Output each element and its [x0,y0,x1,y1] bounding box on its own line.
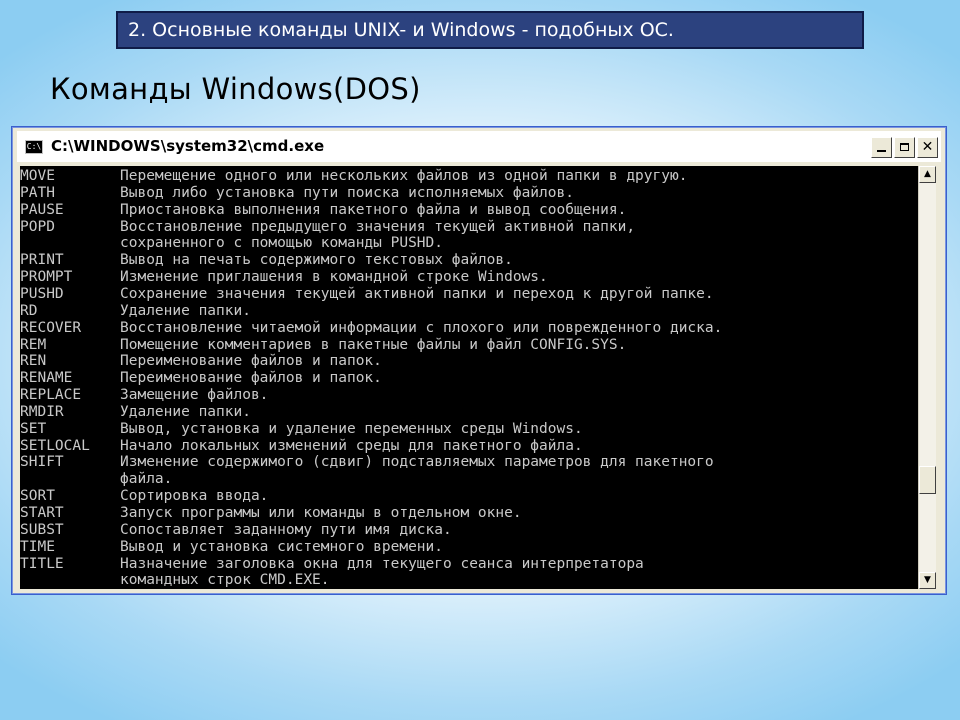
command-description: сохраненного с помощью команды PUSHD. [120,235,444,252]
command-name: PATH [20,184,55,201]
scroll-thumb[interactable] [919,466,936,494]
command-name: REPLACE [20,387,82,404]
command-name: RMDIR [20,403,64,420]
command-name: TITLE [20,555,64,572]
scroll-down-icon: ▼ [924,575,931,585]
command-name: REM [20,336,47,353]
command-description: Удаление папки. [120,403,251,420]
command-description: Начало локальных изменений среды для пак… [120,437,583,454]
command-description: Восстановление читаемой информации с пло… [120,319,723,336]
command-description: Переименование файлов и папок. [120,353,382,370]
command-name: TIME [20,538,55,555]
command-name: POPD [20,218,55,235]
command-description: Восстановление предыдущего значения теку… [120,218,636,235]
command-name: SETLOCAL [20,437,90,454]
minimize-icon [877,150,886,152]
command-name: SUBST [20,521,64,538]
command-description: Удаление папки. [120,302,251,319]
command-name: REN [20,353,47,370]
cmd-window: C:\ C:\WINDOWS\system32\cmd.exe ✕ MOVE Пе… [12,127,946,594]
console-output[interactable]: MOVE Перемещение одного или нескольких фа… [20,166,918,589]
command-description: Вывод на печать содержимого текстовых фа… [120,252,513,269]
command-description: Переименование файлов и папок. [120,370,382,387]
vertical-scrollbar[interactable]: ▲ ▼ [918,166,936,589]
slide-title: Команды Windows(DOS) [50,72,421,106]
close-button[interactable]: ✕ [917,137,938,158]
command-name: PRINT [20,252,64,269]
command-name: SORT [20,488,55,505]
maximize-icon [900,143,909,151]
command-name: RENAME [20,370,73,387]
command-description: Изменение содержимого (сдвиг) подставляе… [120,454,714,471]
command-description: Запуск программы или команды в отдельном… [120,505,522,521]
scroll-up-icon: ▲ [924,169,931,179]
slide-header-text: 2. Основные команды UNIX- и Windows - по… [128,19,674,41]
command-description: Изменение приглашения в командной строке… [120,269,548,286]
command-name: PUSHD [20,285,64,302]
command-description: Замещение файлов. [120,387,269,404]
command-description: Сохранение значения текущей активной пап… [120,285,714,302]
window-title: C:\WINDOWS\system32\cmd.exe [51,137,325,155]
command-description: Сопоставляет заданному пути имя диска. [120,521,452,538]
command-name: RD [20,302,38,319]
command-description: Вывод, установка и удаление переменных с… [120,420,583,437]
command-description: Назначение заголовка окна для текущего с… [120,555,644,572]
command-description: Сортировка ввода. [120,488,269,505]
scroll-down-button[interactable]: ▼ [919,572,936,589]
command-name: RECOVER [20,319,82,336]
command-name: START [20,505,64,521]
command-name: PROMPT [20,269,73,286]
maximize-button[interactable] [894,137,915,158]
command-description: командных строк CMD.EXE. [120,572,330,589]
command-description: Приостановка выполнения пакетного файла … [120,201,627,218]
command-description: файла. [120,471,173,488]
cmd-app-icon[interactable]: C:\ [25,140,43,154]
scroll-up-button[interactable]: ▲ [919,166,936,183]
command-description: Вывод и установка системного времени. [120,538,444,555]
command-name: SHIFT [20,454,64,471]
command-description: Перемещение одного или нескольких файлов… [120,168,688,184]
slide-header-bar: 2. Основные команды UNIX- и Windows - по… [116,11,864,49]
window-titlebar[interactable]: C:\ C:\WINDOWS\system32\cmd.exe ✕ [17,131,941,162]
command-name: SET [20,420,47,437]
close-icon: ✕ [921,139,934,155]
minimize-button[interactable] [871,137,892,158]
command-description: Помещение комментариев в пакетные файлы … [120,336,627,353]
command-name: PAUSE [20,201,64,218]
command-description: Вывод либо установка пути поиска исполня… [120,184,574,201]
command-name: MOVE [20,168,55,184]
